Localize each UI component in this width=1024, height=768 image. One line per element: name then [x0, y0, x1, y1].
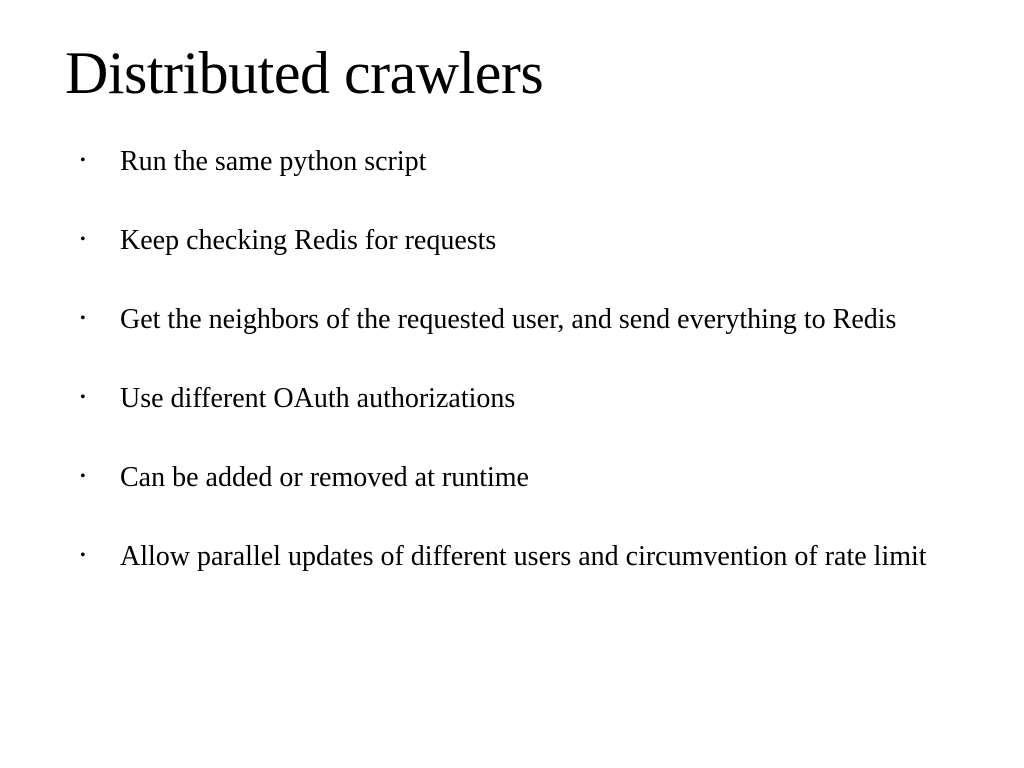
list-item: Run the same python script	[65, 144, 959, 179]
list-item: Allow parallel updates of different user…	[65, 539, 959, 574]
bullet-list: Run the same python script Keep checking…	[65, 144, 959, 574]
list-item: Use different OAuth authorizations	[65, 381, 959, 416]
list-item: Keep checking Redis for requests	[65, 223, 959, 258]
list-item: Get the neighbors of the requested user,…	[65, 302, 959, 337]
list-item: Can be added or removed at runtime	[65, 460, 959, 495]
slide-title: Distributed crawlers	[65, 40, 959, 106]
